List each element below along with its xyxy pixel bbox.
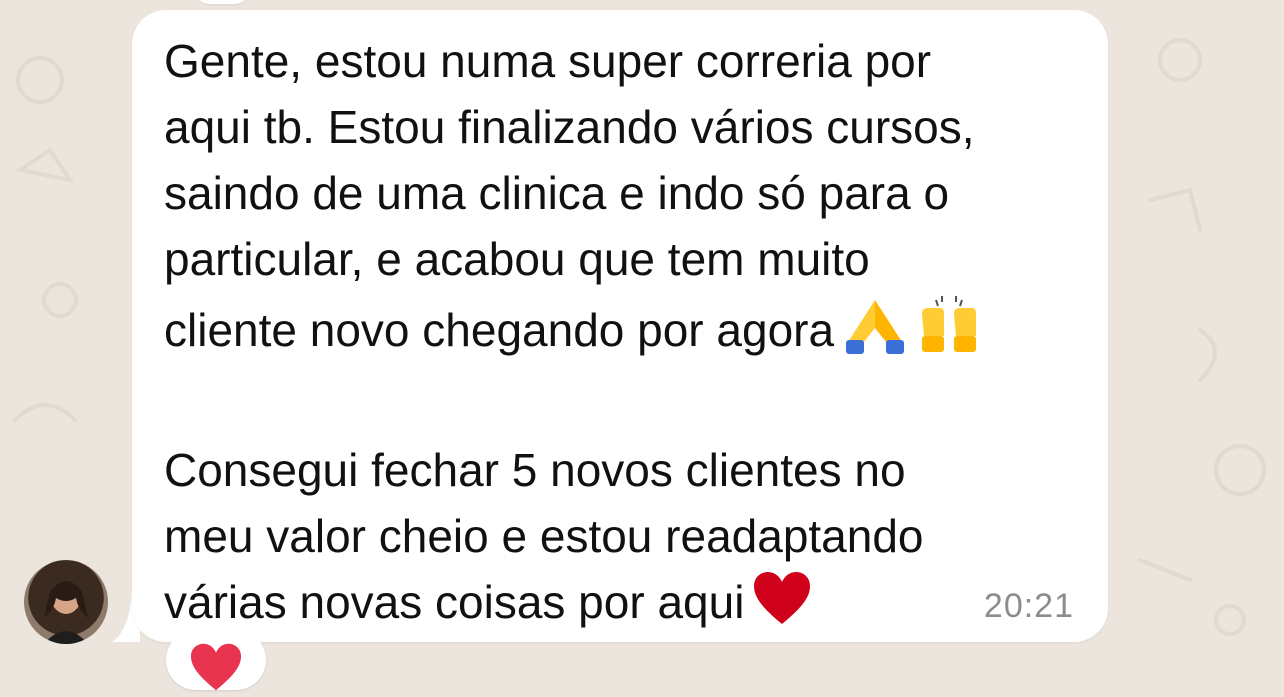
message-bubble[interactable]: Gente, estou numa super correria por aqu… [132,10,1108,642]
folded-hands-icon [842,298,908,371]
message-reaction[interactable] [166,630,266,691]
message-line: aqui tb. Estou finalizando vários cursos… [164,101,975,153]
message-line: Gente, estou numa super correria por [164,35,932,87]
message-line: particular, e acabou que tem muito [164,233,870,285]
message-line: meu valor cheio e estou readaptando [164,510,924,562]
sender-avatar[interactable] [24,560,108,644]
message-line: saindo de uma clinica e indo só para o [164,167,950,219]
message-line: várias novas coisas por aqui [164,576,745,628]
message-text: Gente, estou numa super correria por aqu… [164,28,1084,643]
message-line: cliente novo chegando por agora [164,304,835,356]
message-timestamp: 20:21 [983,587,1074,625]
raising-hands-icon [916,292,982,371]
red-heart-icon [752,570,812,643]
previous-reaction-pill[interactable] [195,0,249,4]
message-line: Consegui fechar 5 novos clientes no [164,444,906,496]
red-heart-icon [188,642,244,697]
